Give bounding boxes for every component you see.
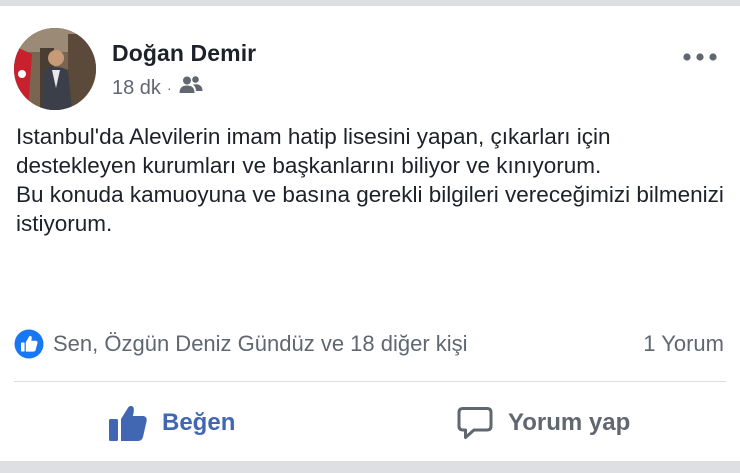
comments-count[interactable]: 1 Yorum [643, 331, 724, 357]
post-header: Doğan Demir 18 dk · [0, 6, 740, 116]
post-meta: 18 dk · [112, 76, 203, 100]
avatar[interactable] [14, 28, 96, 110]
post-text: Istanbul'da Alevilerin imam hatip lisesi… [16, 122, 728, 238]
more-dots-icon [683, 53, 717, 61]
post-time[interactable]: 18 dk [112, 77, 161, 100]
thumbs-up-icon [109, 405, 147, 441]
like-badge-icon [14, 329, 44, 359]
post-paragraph: Istanbul'da Alevilerin imam hatip lisesi… [16, 124, 611, 178]
divider [14, 381, 726, 382]
reactions-summary[interactable]: Sen, Özgün Deniz Gündüz ve 18 diğer kişi [53, 331, 643, 357]
meta-separator: · [166, 80, 172, 96]
comment-bubble-icon [457, 407, 493, 439]
post-card: Doğan Demir 18 dk · Istanbul'da Aleviler [0, 6, 740, 461]
like-button[interactable]: Beğen [108, 401, 235, 445]
comment-button[interactable]: Yorum yap [456, 401, 630, 445]
reactions-bar: Sen, Özgün Deniz Gündüz ve 18 diğer kişi… [14, 326, 726, 362]
more-options-button[interactable] [682, 46, 718, 68]
friends-icon [179, 75, 203, 101]
like-label: Beğen [162, 409, 236, 436]
post-paragraph: Bu konuda kamuoyuna ve basına gerekli bi… [16, 182, 724, 236]
author-name[interactable]: Doğan Demir [112, 40, 256, 67]
comment-label: Yorum yap [508, 409, 631, 436]
